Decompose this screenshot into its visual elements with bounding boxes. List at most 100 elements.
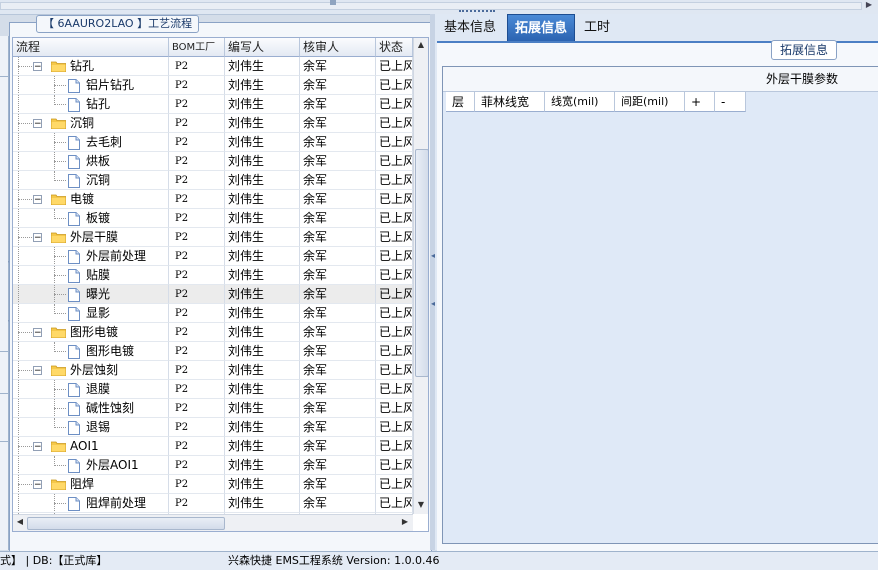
- collapse-toggle-icon[interactable]: −: [33, 62, 42, 72]
- process-label: 外层蚀刻: [70, 363, 119, 377]
- process-name-cell[interactable]: − 外层蚀刻: [13, 361, 169, 380]
- tree-step-row[interactable]: 阻焊前处理 P2 刘伟生 余军 已上风: [13, 494, 413, 513]
- process-name-cell[interactable]: 沉铜: [13, 171, 169, 190]
- column-header-editor[interactable]: 编写人: [225, 38, 300, 57]
- editor-cell: 刘伟生: [225, 228, 300, 247]
- vertical-scroll-thumb[interactable]: [415, 149, 428, 377]
- tree-group-row[interactable]: − 钻孔 P2 刘伟生 余军 已上风: [13, 57, 413, 76]
- tree-group-row[interactable]: − 图形电镀 P2 刘伟生 余军 已上风: [13, 323, 413, 342]
- tree-step-row[interactable]: 碱性蚀刻 P2 刘伟生 余军 已上风: [13, 399, 413, 418]
- scroll-down-arrow-icon[interactable]: ▼: [414, 500, 428, 509]
- process-name-cell[interactable]: − 图形电镀: [13, 323, 169, 342]
- remove-row-button[interactable]: -: [715, 92, 746, 112]
- tree-step-row[interactable]: 钻孔 P2 刘伟生 余军 已上风: [13, 95, 413, 114]
- tree-group-row[interactable]: − 阻焊 P2 刘伟生 余军 已上风: [13, 475, 413, 494]
- process-label: 阻焊: [70, 477, 95, 491]
- tree-group-row[interactable]: − 外层干膜 P2 刘伟生 余军 已上风: [13, 228, 413, 247]
- process-name-cell[interactable]: 外层前处理: [13, 247, 169, 266]
- bom-cell: P2: [169, 380, 225, 399]
- scroll-right-arrow-icon[interactable]: ▶: [862, 0, 876, 10]
- process-name-cell[interactable]: 贴膜: [13, 266, 169, 285]
- tree-step-row[interactable]: 退膜 P2 刘伟生 余军 已上风: [13, 380, 413, 399]
- process-name-cell[interactable]: 去毛刺: [13, 133, 169, 152]
- tab-extended-info[interactable]: 拓展信息: [507, 14, 576, 42]
- editor-cell: 刘伟生: [225, 475, 300, 494]
- column-header-bom[interactable]: BOM工厂: [169, 38, 225, 57]
- splitter-grip[interactable]: [330, 0, 336, 5]
- process-name-cell[interactable]: 钻孔: [13, 95, 169, 114]
- process-name-cell[interactable]: 显影: [13, 304, 169, 323]
- collapse-toggle-icon[interactable]: −: [33, 195, 42, 205]
- column-header-reviewer[interactable]: 核审人: [300, 38, 376, 57]
- status-cell: 已上风: [376, 95, 413, 114]
- tree-step-row[interactable]: 烘板 P2 刘伟生 余军 已上风: [13, 152, 413, 171]
- status-cell: 已上风: [376, 190, 413, 209]
- collapse-toggle-icon[interactable]: −: [33, 442, 42, 452]
- process-name-cell[interactable]: 退膜: [13, 380, 169, 399]
- scroll-right-arrow-icon[interactable]: ▶: [398, 517, 412, 526]
- grid-vertical-scrollbar[interactable]: ▲ ▼: [413, 38, 428, 514]
- tree-group-row[interactable]: − 外层蚀刻 P2 刘伟生 余军 已上风: [13, 361, 413, 380]
- column-header-film-width[interactable]: 菲林线宽: [475, 92, 545, 112]
- process-name-cell[interactable]: 阻焊前处理: [13, 494, 169, 513]
- tree-step-row[interactable]: 曝光 P2 刘伟生 余军 已上风: [13, 285, 413, 304]
- bom-cell: P2: [169, 304, 225, 323]
- status-bar: 式】 | DB:【正式库】 兴森快捷 EMS工程系统 Version: 1.0.…: [0, 551, 878, 570]
- bom-cell: P2: [169, 152, 225, 171]
- process-name-cell[interactable]: 图形电镀: [13, 342, 169, 361]
- collapse-toggle-icon[interactable]: −: [33, 119, 42, 129]
- process-name-cell[interactable]: 板镀: [13, 209, 169, 228]
- tree-step-row[interactable]: 铝片钻孔 P2 刘伟生 余军 已上风: [13, 76, 413, 95]
- process-name-cell[interactable]: 铝片钻孔: [13, 76, 169, 95]
- scroll-left-arrow-icon[interactable]: ◀: [13, 517, 27, 526]
- tree-group-row[interactable]: − 电镀 P2 刘伟生 余军 已上风: [13, 190, 413, 209]
- document-icon: [68, 497, 80, 511]
- tree-step-row[interactable]: 图形电镀 P2 刘伟生 余军 已上风: [13, 342, 413, 361]
- tree-step-row[interactable]: 板镀 P2 刘伟生 余军 已上风: [13, 209, 413, 228]
- collapse-toggle-icon[interactable]: −: [33, 480, 42, 490]
- tree-step-row[interactable]: 沉铜 P2 刘伟生 余军 已上风: [13, 171, 413, 190]
- process-name-cell[interactable]: 外层AOI1: [13, 456, 169, 475]
- process-name-cell[interactable]: − 阻焊: [13, 475, 169, 494]
- tab-basic-info[interactable]: 基本信息: [437, 14, 503, 41]
- process-name-cell[interactable]: − 电镀: [13, 190, 169, 209]
- process-name-cell[interactable]: 烘板: [13, 152, 169, 171]
- column-header-line-width[interactable]: 线宽(mil): [545, 92, 615, 112]
- tree-step-row[interactable]: 外层AOI1 P2 刘伟生 余军 已上风: [13, 456, 413, 475]
- tree-step-row[interactable]: 去毛刺 P2 刘伟生 余军 已上风: [13, 133, 413, 152]
- tree-step-row[interactable]: 退锡 P2 刘伟生 余军 已上风: [13, 418, 413, 437]
- horizontal-scroll-thumb[interactable]: [27, 517, 225, 530]
- tree-step-row[interactable]: 显影 P2 刘伟生 余军 已上风: [13, 304, 413, 323]
- process-name-cell[interactable]: 退锡: [13, 418, 169, 437]
- tree-group-row[interactable]: − AOI1 P2 刘伟生 余军 已上风: [13, 437, 413, 456]
- process-name-cell[interactable]: − 钻孔: [13, 57, 169, 76]
- column-header-layer[interactable]: 层: [446, 92, 475, 112]
- tree-step-row[interactable]: 贴膜 P2 刘伟生 余军 已上风: [13, 266, 413, 285]
- status-cell: 已上风: [376, 304, 413, 323]
- process-name-cell[interactable]: − 沉铜: [13, 114, 169, 133]
- column-header-process[interactable]: 流程: [13, 38, 169, 57]
- tree-group-row[interactable]: − 沉铜 P2 刘伟生 余军 已上风: [13, 114, 413, 133]
- tab-work-hours[interactable]: 工时: [577, 14, 617, 41]
- tree-step-row[interactable]: 外层前处理 P2 刘伟生 余军 已上风: [13, 247, 413, 266]
- column-header-status[interactable]: 状态: [376, 38, 413, 57]
- collapse-toggle-icon[interactable]: −: [33, 233, 42, 243]
- status-cell: 已上风: [376, 57, 413, 76]
- reviewer-cell: 余军: [300, 190, 376, 209]
- process-name-cell[interactable]: − 外层干膜: [13, 228, 169, 247]
- process-name-cell[interactable]: − AOI1: [13, 437, 169, 456]
- collapse-toggle-icon[interactable]: −: [33, 366, 42, 376]
- collapse-toggle-icon[interactable]: −: [33, 328, 42, 338]
- editor-cell: 刘伟生: [225, 285, 300, 304]
- divider: [0, 351, 8, 352]
- process-name-cell[interactable]: 碱性蚀刻: [13, 399, 169, 418]
- reviewer-cell: 余军: [300, 285, 376, 304]
- status-cell: 已上风: [376, 285, 413, 304]
- column-header-spacing[interactable]: 间距(mil): [615, 92, 685, 112]
- process-name-cell[interactable]: 曝光: [13, 285, 169, 304]
- grid-horizontal-scrollbar[interactable]: ◀ ▶: [13, 514, 413, 531]
- top-horizontal-scrollbar[interactable]: [0, 2, 862, 10]
- scroll-up-arrow-icon[interactable]: ▲: [414, 40, 428, 49]
- add-row-button[interactable]: +: [685, 92, 715, 112]
- process-tree-grid[interactable]: 流程 BOM工厂 编写人 核审人 状态 − 钻孔 P2 刘伟生 余军 已上风 铝片钻孔 P2 刘…: [12, 37, 429, 532]
